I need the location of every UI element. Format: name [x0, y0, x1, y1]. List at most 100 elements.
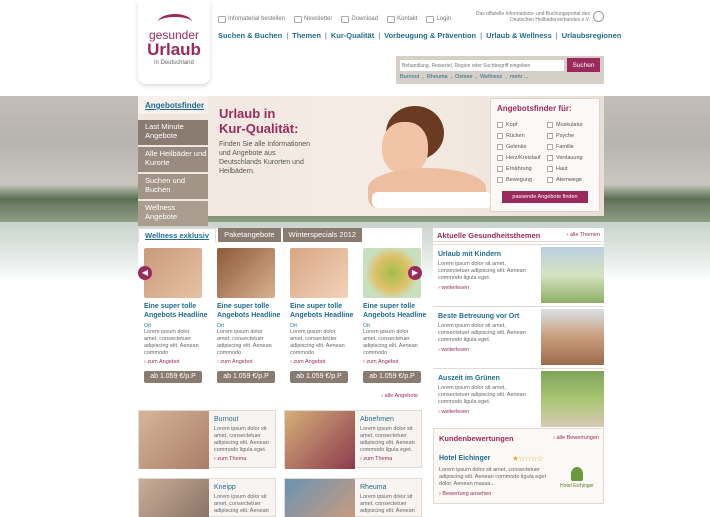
- health-item[interactable]: Urlaub mit Kindern Lorem ipsum dolor sit…: [433, 244, 604, 304]
- tab-paketangebote[interactable]: Paketangebote: [218, 228, 281, 242]
- health-item[interactable]: Beste Betreuung vor Ort Lorem ipsum dolo…: [433, 306, 604, 366]
- offer-title[interactable]: Eine super tolle Angebots Headline: [144, 302, 210, 320]
- main-navigation: Suchen & Buchen | Themen | Kur-Qualität | V…: [218, 31, 621, 45]
- search-tag[interactable]: Rheuma: [427, 74, 448, 80]
- finder-option[interactable]: Verdauung: [547, 154, 597, 161]
- checkbox[interactable]: [547, 154, 553, 161]
- topic-card[interactable]: Burnout Lorem ipsum dolor sit amet, cons…: [138, 410, 276, 469]
- offer-price[interactable]: ab 1.059 €/p.P: [363, 371, 421, 383]
- offer-price[interactable]: ab 1.059 €/p.P: [217, 371, 275, 383]
- finder-tab[interactable]: Angebotsfinder: [138, 96, 208, 114]
- offer-link[interactable]: › zum Angebot: [144, 359, 210, 365]
- hotel-name[interactable]: Hotel Eichinger: [439, 455, 490, 462]
- all-topics-link[interactable]: › alle Themen: [566, 232, 600, 238]
- search-button[interactable]: Suchen: [567, 58, 600, 72]
- finder-option[interactable]: Herz/Kreislauf: [497, 154, 547, 161]
- toplink-login[interactable]: Login: [426, 13, 451, 25]
- tab-wellness-exklusiv[interactable]: Wellness exklusiv: [138, 228, 217, 242]
- finder-option[interactable]: Familie: [547, 143, 597, 150]
- search-tag[interactable]: Ostsee: [455, 74, 472, 80]
- all-reviews-link[interactable]: › alle Bewertungen: [553, 435, 599, 441]
- health-item-title[interactable]: Urlaub mit Kindern: [438, 251, 501, 258]
- checkbox[interactable]: [547, 176, 553, 183]
- nav-urlaubsregionen[interactable]: Urlaubsregionen: [562, 31, 622, 45]
- hero-text: Finden Sie alle Informationen und Angebo…: [219, 141, 311, 175]
- topic-title[interactable]: Burnout: [214, 416, 239, 423]
- nav-kur-qualitaet[interactable]: Kur-Qualität: [331, 31, 374, 45]
- offer-card[interactable]: Eine super tolle Angebots Headline Ort L…: [144, 248, 210, 383]
- hero-nav-heilbaeder[interactable]: Alle Heilbäder und Kurorte: [138, 147, 208, 172]
- search-box: Suchen Burnout, Rheuma, Ostsee, Wellness…: [396, 56, 604, 84]
- hero-nav-suchen-buchen[interactable]: Suchen und Buchen: [138, 174, 208, 199]
- offer-price[interactable]: ab 1.059 €/p.P: [290, 371, 348, 383]
- checkbox[interactable]: [497, 154, 503, 161]
- offer-link[interactable]: › zum Angebot: [217, 359, 283, 365]
- offer-price[interactable]: ab 1.059 €/p.P: [144, 371, 202, 383]
- finder-option[interactable]: Atemwege: [547, 176, 597, 183]
- topic-card[interactable]: Rheuma Lorem ipsum dolor sit amet, conse…: [284, 478, 422, 517]
- topic-link[interactable]: › zum Thema: [360, 456, 392, 462]
- hero-nav-last-minute[interactable]: Last Minute Angebote: [138, 120, 208, 145]
- toplink-infomaterial[interactable]: Infomaterial bestellen: [218, 13, 285, 25]
- search-tag[interactable]: Burnout: [400, 74, 419, 80]
- checkbox[interactable]: [497, 165, 503, 172]
- read-more-link[interactable]: › weiterlesen: [438, 347, 469, 353]
- topic-link[interactable]: › zum Thema: [214, 456, 246, 462]
- all-offers-link[interactable]: › alle Angebote: [381, 393, 418, 399]
- toplink-download[interactable]: Download: [341, 13, 378, 25]
- topic-title[interactable]: Rheuma: [360, 484, 386, 491]
- offer-link[interactable]: › zum Angebot: [290, 359, 356, 365]
- topic-card[interactable]: Kneipp Lorem ipsum dolor sit amet, conse…: [138, 478, 276, 517]
- offer-title[interactable]: Eine super tolle Angebots Headline: [363, 302, 429, 320]
- finder-option[interactable]: Rücken: [497, 132, 547, 139]
- finder-option[interactable]: Gelenke: [497, 143, 547, 150]
- offer-link[interactable]: › zum Angebot: [363, 359, 429, 365]
- offer-card[interactable]: Eine super tolle Angebots Headline Ort L…: [290, 248, 356, 383]
- hero-nav-wellness[interactable]: Wellness Angebote: [138, 201, 208, 226]
- nav-urlaub-wellness[interactable]: Urlaub & Wellness: [486, 31, 552, 45]
- health-item-desc: Lorem ipsum dolor sit amet, consectetuer…: [438, 261, 526, 281]
- checkbox[interactable]: [497, 143, 503, 150]
- topic-title[interactable]: Kneipp: [214, 484, 236, 491]
- offer-card[interactable]: Eine super tolle Angebots Headline Ort L…: [217, 248, 283, 383]
- toplink-kontakt[interactable]: Kontakt: [387, 13, 417, 25]
- checkbox[interactable]: [497, 121, 503, 128]
- finder-option[interactable]: Haut: [547, 165, 597, 172]
- read-more-link[interactable]: › weiterlesen: [438, 285, 469, 291]
- health-item[interactable]: Auszeit im Grünen Lorem ipsum dolor sit …: [433, 368, 604, 428]
- contact-icon: [387, 15, 396, 23]
- health-item-title[interactable]: Beste Betreuung vor Ort: [438, 313, 519, 320]
- checkbox[interactable]: [497, 132, 503, 139]
- checkbox[interactable]: [547, 165, 553, 172]
- nav-suchen-buchen[interactable]: Suchen & Buchen: [218, 31, 282, 45]
- finder-option[interactable]: Psyche: [547, 132, 597, 139]
- offer-title[interactable]: Eine super tolle Angebots Headline: [290, 302, 356, 320]
- checkbox[interactable]: [497, 176, 503, 183]
- checkbox[interactable]: [547, 132, 553, 139]
- search-tag-more[interactable]: mehr ...: [510, 74, 529, 80]
- finder-option[interactable]: Kopf: [497, 121, 547, 128]
- site-logo[interactable]: gesunder Urlaub in Deutschland: [138, 0, 210, 84]
- tab-winterspecials[interactable]: Winterspecials 2012: [282, 228, 363, 242]
- finder-option[interactable]: Ernährung: [497, 165, 547, 172]
- checkbox[interactable]: [547, 143, 553, 150]
- document-icon: [218, 15, 226, 23]
- topic-card[interactable]: Abnehmen Lorem ipsum dolor sit amet, con…: [284, 410, 422, 469]
- finder-option[interactable]: Bewegung: [497, 176, 547, 183]
- offer-title[interactable]: Eine super tolle Angebots Headline: [217, 302, 283, 320]
- search-input[interactable]: [400, 60, 564, 71]
- nav-vorbeugung[interactable]: Vorbeugung & Prävention: [384, 31, 476, 45]
- carousel-prev-icon[interactable]: ◀: [138, 266, 152, 280]
- search-tag[interactable]: Wellness: [480, 74, 502, 80]
- checkbox[interactable]: [547, 121, 553, 128]
- topic-title[interactable]: Abnehmen: [360, 416, 394, 423]
- read-more-link[interactable]: › weiterlesen: [438, 409, 469, 415]
- audio-icon[interactable]: [593, 11, 604, 22]
- view-review-link[interactable]: › Bewertung ansehen: [439, 491, 491, 497]
- find-offers-button[interactable]: passende Angebote finden: [502, 191, 588, 203]
- health-item-title[interactable]: Auszeit im Grünen: [438, 375, 500, 382]
- finder-option[interactable]: Muskulatur: [547, 121, 597, 128]
- carousel-next-icon[interactable]: ▶: [408, 266, 422, 280]
- nav-themen[interactable]: Themen: [292, 31, 321, 45]
- toplink-newsletter[interactable]: Newsletter: [294, 13, 332, 25]
